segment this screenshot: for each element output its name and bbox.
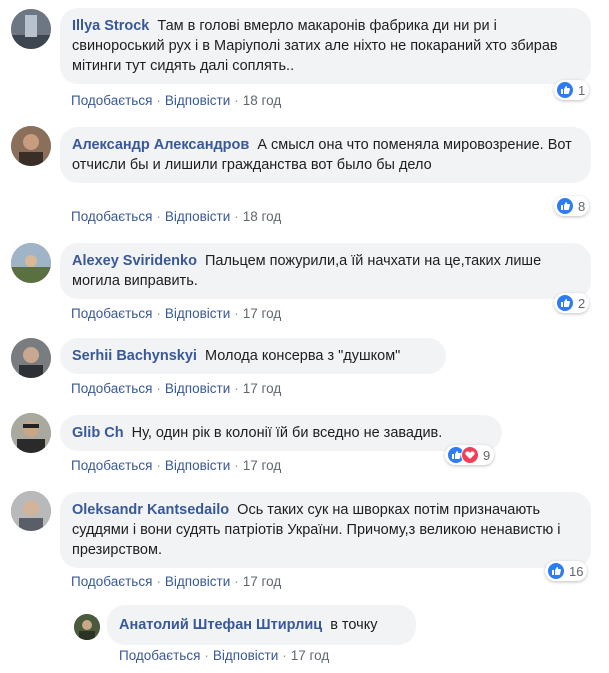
- reaction-count: 16: [569, 563, 584, 579]
- comment-actions: Подобається · Відповісти · 17 год: [71, 306, 282, 321]
- reaction-count: 9: [483, 447, 491, 463]
- comment-actions: Подобається · Відповісти · 17 год: [71, 381, 282, 396]
- comment-author[interactable]: Serhii Bachynskyi: [72, 348, 197, 364]
- like-link[interactable]: Подобається: [119, 648, 200, 663]
- avatar[interactable]: [11, 338, 51, 378]
- avatar[interactable]: [11, 491, 51, 531]
- comment-text: в точку: [330, 617, 378, 633]
- avatar[interactable]: [11, 9, 51, 49]
- like-icon: [547, 562, 565, 580]
- avatar[interactable]: [74, 614, 100, 640]
- reaction-summary[interactable]: 8: [554, 196, 590, 216]
- reply-link[interactable]: Відповісти: [213, 648, 278, 663]
- reply-link[interactable]: Відповісти: [165, 93, 230, 108]
- like-link[interactable]: Подобається: [71, 574, 152, 589]
- comment-time[interactable]: 17 год: [291, 648, 329, 663]
- comment-text: Молода консерва з "душком": [204, 348, 401, 364]
- comment-actions: Подобається · Відповісти · 17 год: [71, 458, 282, 473]
- comment-text: Ну, один рік в колонії їй би вседно не з…: [131, 425, 443, 441]
- comment-author[interactable]: Oleksandr Kantsedailo: [72, 502, 229, 518]
- comment-bubble: Glib Ch Ну, один рік в колонії їй би все…: [60, 415, 502, 451]
- comment-time[interactable]: 17 год: [243, 381, 281, 396]
- comment-actions: Подобається · Відповісти · 17 год: [119, 648, 330, 663]
- comment-author[interactable]: Анатолий Штефан Штирлиц: [119, 617, 322, 633]
- comment-time[interactable]: 17 год: [243, 458, 281, 473]
- avatar[interactable]: [11, 126, 51, 166]
- comment-actions: Подобається · Відповісти · 18 год: [71, 209, 282, 224]
- like-link[interactable]: Подобається: [71, 209, 152, 224]
- comment-actions: Подобається · Відповісти · 18 год: [71, 93, 282, 108]
- like-icon: [556, 294, 574, 312]
- comment-time[interactable]: 18 год: [243, 93, 281, 108]
- comment-bubble: Illya Strock Там в голові вмерло макарон…: [60, 8, 591, 84]
- reply-link[interactable]: Відповісти: [165, 574, 230, 589]
- like-icon: [556, 81, 574, 99]
- avatar[interactable]: [11, 413, 51, 453]
- comment-bubble: Alexey Sviridenko Пальцем пожурили,а їй …: [60, 243, 591, 299]
- reaction-count: 1: [578, 82, 586, 98]
- comment-bubble: Serhii Bachynskyi Молода консерва з "душ…: [60, 338, 446, 374]
- comment-author[interactable]: Александр Александров: [72, 137, 249, 153]
- comment-time[interactable]: 17 год: [243, 574, 281, 589]
- reply-link[interactable]: Відповісти: [165, 209, 230, 224]
- comment-bubble: Александр Александров А смысл она что по…: [60, 127, 591, 183]
- comment-bubble: Анатолий Штефан Штирлиц в точку: [107, 605, 416, 645]
- comment-author[interactable]: Illya Strock: [72, 18, 149, 34]
- reaction-summary[interactable]: 9: [445, 445, 495, 465]
- reaction-summary[interactable]: 16: [545, 561, 588, 581]
- avatar[interactable]: [11, 243, 51, 283]
- comment-time[interactable]: 17 год: [243, 306, 281, 321]
- like-link[interactable]: Подобається: [71, 306, 152, 321]
- reply-link[interactable]: Відповісти: [165, 381, 230, 396]
- comment-bubble: Oleksandr Kantsedailo Ось таких сук на ш…: [60, 492, 591, 568]
- reply-link[interactable]: Відповісти: [165, 458, 230, 473]
- like-link[interactable]: Подобається: [71, 381, 152, 396]
- like-link[interactable]: Подобається: [71, 458, 152, 473]
- reply-link[interactable]: Відповісти: [165, 306, 230, 321]
- like-link[interactable]: Подобається: [71, 93, 152, 108]
- reaction-summary[interactable]: 2: [554, 293, 590, 313]
- like-icon: [556, 197, 574, 215]
- comment-time[interactable]: 18 год: [243, 209, 281, 224]
- reaction-summary[interactable]: 1: [554, 80, 590, 100]
- comment-author[interactable]: Alexey Sviridenko: [72, 253, 197, 269]
- love-icon: [461, 446, 479, 464]
- reaction-count: 8: [578, 198, 586, 214]
- reaction-count: 2: [578, 295, 586, 311]
- comment-author[interactable]: Glib Ch: [72, 425, 124, 441]
- comment-actions: Подобається · Відповісти · 17 год: [71, 574, 282, 589]
